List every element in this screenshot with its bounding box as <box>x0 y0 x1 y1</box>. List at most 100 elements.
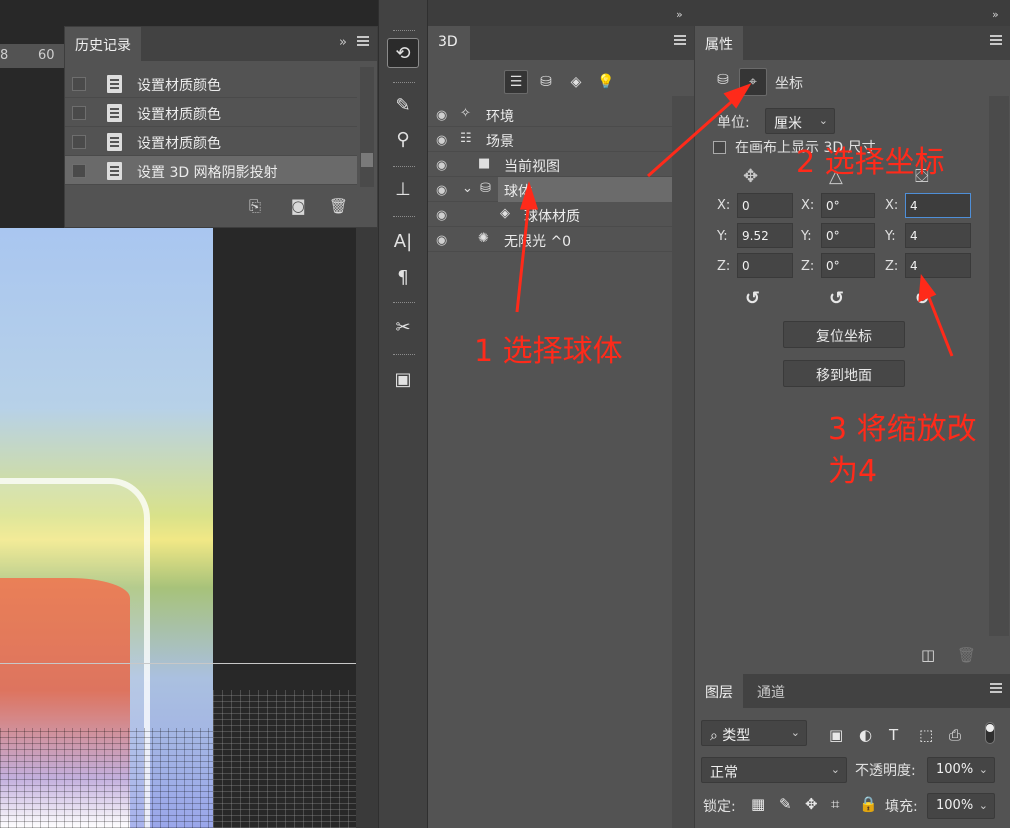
clone-source-icon[interactable]: ⊥ <box>387 174 419 204</box>
tab-history[interactable]: 历史记录 <box>65 27 141 61</box>
expand-icon[interactable]: » <box>676 8 683 21</box>
panel-menu-icon[interactable] <box>990 683 1002 693</box>
history-state-row[interactable]: 设置材质颜色 <box>65 127 357 156</box>
position-x-field[interactable]: 0 <box>737 193 793 218</box>
image-filter-icon[interactable]: ▣ <box>829 726 843 744</box>
canvas-scrollbar[interactable] <box>356 228 378 828</box>
move-to-ground-button[interactable]: 移到地面 <box>783 360 905 387</box>
3d-panel-scrollbar[interactable] <box>672 96 694 828</box>
lock-artboard-icon[interactable]: ⌗ <box>831 795 839 813</box>
reset-position-icon[interactable]: ↺ <box>745 288 760 309</box>
chevron-down-icon: ⌄ <box>830 763 840 776</box>
collapse-panel-icon[interactable]: » <box>339 35 347 50</box>
visibility-eye-icon[interactable]: ◉ <box>436 108 447 123</box>
scene-item-scene[interactable]: ◉ ☷ 场景 <box>428 127 672 152</box>
material-icon[interactable]: ◈ <box>564 70 588 94</box>
history-scrollbar[interactable] <box>360 67 374 187</box>
reset-coordinates-button[interactable]: 复位坐标 <box>783 321 905 348</box>
scene-item-current-view[interactable]: ◉ ■ 当前视图 <box>428 152 672 177</box>
shape-filter-icon[interactable]: ⬚ <box>919 726 933 744</box>
new-doc-from-state-icon[interactable]: ⎘ <box>249 197 261 215</box>
grip-handle[interactable] <box>393 354 415 357</box>
rotation-y-field[interactable]: 0° <box>821 223 875 248</box>
scale-z-field[interactable]: 4 <box>905 253 971 278</box>
character-panel-icon[interactable]: A| <box>387 226 419 256</box>
lock-transparent-pixels-icon[interactable]: ▦ <box>751 795 765 813</box>
panel-icon-strip: ⟲ ✎ ⚲ ⊥ A| ¶ ✂ ▣ <box>378 0 428 828</box>
rotation-x-field[interactable]: 0° <box>821 193 875 218</box>
scene-item-sphere[interactable]: ◉ ⌄ ⛁ 球体 <box>428 177 672 202</box>
tools-panel-icon[interactable]: ✂ <box>387 312 419 342</box>
type-filter-icon[interactable]: T <box>889 726 898 744</box>
search-icon: ⌕ <box>710 728 723 744</box>
panel-menu-icon[interactable] <box>357 36 369 46</box>
expand-icon[interactable]: » <box>992 8 999 21</box>
scene-item-environment[interactable]: ◉ ✧ 环境 <box>428 102 672 127</box>
trash-icon[interactable]: 🗑 <box>329 197 348 215</box>
panel-menu-icon[interactable] <box>674 35 686 45</box>
adjustment-filter-icon[interactable]: ◐ <box>859 726 872 744</box>
grip-handle[interactable] <box>393 82 415 85</box>
light-icon[interactable]: 💡 <box>594 70 618 94</box>
lock-image-pixels-icon[interactable]: ✎ <box>779 795 792 813</box>
visibility-eye-icon[interactable]: ◉ <box>436 133 447 148</box>
scale-x-field[interactable]: 4 <box>905 193 971 218</box>
unit-select[interactable]: 厘米 ⌄ <box>765 108 835 134</box>
smart-object-filter-icon[interactable]: ⎙ <box>949 726 961 744</box>
history-tabbar: 历史记录 » <box>65 27 377 61</box>
tab-properties[interactable]: 属性 <box>695 26 743 60</box>
history-state-row[interactable]: 设置材质颜色 <box>65 98 357 127</box>
scene-item-infinite-light[interactable]: ◉ ✺ 无限光 ^0 <box>428 227 672 252</box>
properties-tabbar: 属性 <box>695 26 1010 60</box>
snapshot-source-checkbox[interactable] <box>72 135 86 149</box>
reset-scale-icon[interactable]: ↺ <box>915 288 930 309</box>
scroll-thumb[interactable] <box>361 153 373 167</box>
snapshot-source-checkbox[interactable] <box>72 106 86 120</box>
rotation-z-field[interactable]: 0° <box>821 253 875 278</box>
grip-handle[interactable] <box>393 166 415 169</box>
history-state-row-current[interactable]: 设置 3D 网格阴影投射 <box>65 156 357 185</box>
camera-icon[interactable]: ◙ <box>291 197 306 215</box>
filter-toggle[interactable] <box>985 722 995 744</box>
tab-layers[interactable]: 图层 <box>695 674 743 708</box>
chevron-down-icon[interactable]: ⌄ <box>462 181 473 196</box>
history-panel-icon[interactable]: ⟲ <box>387 38 419 68</box>
visibility-eye-icon[interactable]: ◉ <box>436 233 447 248</box>
properties-scrollbar[interactable] <box>989 96 1009 636</box>
mesh-icon[interactable]: ⛁ <box>534 70 558 94</box>
scale-y-field[interactable]: 4 <box>905 223 971 248</box>
coordinates-icon[interactable]: ⌖ <box>739 68 767 96</box>
visibility-eye-icon[interactable]: ◉ <box>436 183 447 198</box>
panel-menu-icon[interactable] <box>990 35 1002 45</box>
3d-panel-icon[interactable]: ▣ <box>387 364 419 394</box>
brush-settings-icon[interactable]: ✎ <box>387 90 419 120</box>
visibility-eye-icon[interactable]: ◉ <box>436 158 447 173</box>
show-3d-size-checkbox[interactable] <box>713 141 726 154</box>
layer-filter-select[interactable]: ⌕ 类型 ⌄ <box>701 720 807 746</box>
snapshot-source-checkbox[interactable] <box>72 164 86 178</box>
reset-rotation-icon[interactable]: ↺ <box>829 288 844 309</box>
grip-handle[interactable] <box>393 302 415 305</box>
brush-presets-icon[interactable]: ⚲ <box>387 124 419 154</box>
tab-channels[interactable]: 通道 <box>747 674 795 708</box>
snapshot-source-checkbox[interactable] <box>72 77 86 91</box>
fill-field[interactable]: 100% ⌄ <box>927 793 995 819</box>
render-icon[interactable]: ◫ <box>921 646 935 664</box>
position-y-field[interactable]: 9.52 <box>737 223 793 248</box>
blend-mode-select[interactable]: 正常 ⌄ <box>701 757 847 783</box>
3d-scene-render[interactable] <box>0 228 213 828</box>
mesh-icon[interactable]: ⛁ <box>711 68 735 92</box>
visibility-eye-icon[interactable]: ◉ <box>436 208 447 223</box>
scene-item-sphere-material[interactable]: ◉ ◈ 球体材质 <box>428 202 672 227</box>
grip-handle[interactable] <box>393 30 415 33</box>
lock-all-icon[interactable]: 🔒 <box>859 795 878 813</box>
lock-position-icon[interactable]: ✥ <box>805 795 818 813</box>
annotation-step3-line1: 3 将缩放改 <box>828 412 977 447</box>
tab-3d[interactable]: 3D <box>428 26 470 60</box>
whole-scene-icon[interactable]: ☰ <box>504 70 528 94</box>
grip-handle[interactable] <box>393 216 415 219</box>
opacity-field[interactable]: 100% ⌄ <box>927 757 995 783</box>
position-z-field[interactable]: 0 <box>737 253 793 278</box>
history-state-row[interactable]: 设置材质颜色 <box>65 69 357 98</box>
paragraph-panel-icon[interactable]: ¶ <box>387 262 419 292</box>
